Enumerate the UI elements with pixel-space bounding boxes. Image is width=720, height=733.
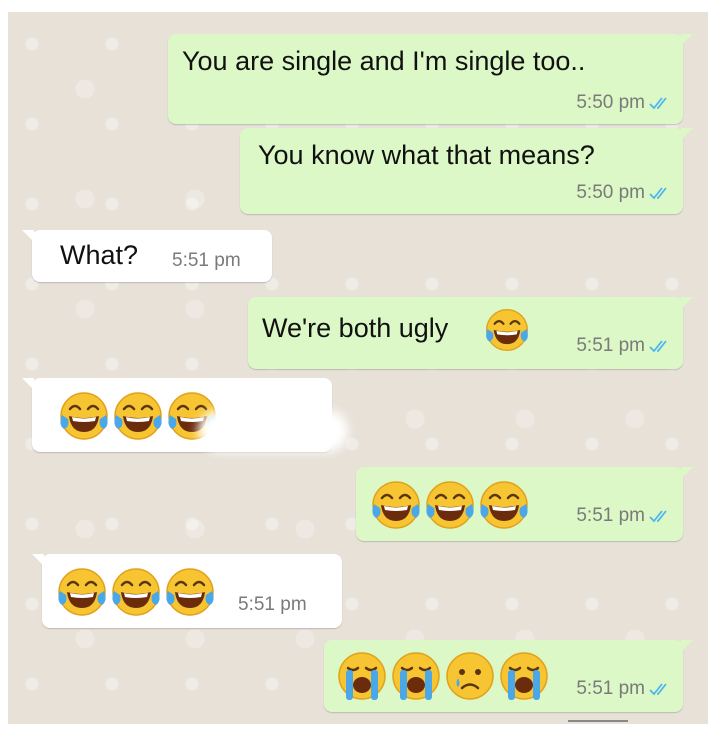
double-check-icon (649, 186, 671, 200)
chat-panel: You are single and I'm single too.. 5:50… (8, 12, 708, 724)
message-text: We're both ugly (262, 313, 449, 343)
laughing-tears-emoji-icon (424, 479, 476, 531)
double-check-icon (649, 96, 671, 110)
message-timestamp: 5:51 pm (576, 335, 645, 356)
message-bubble-outgoing[interactable]: 5:51 pm (356, 467, 693, 541)
message-text: You know what that means? (258, 140, 595, 170)
redacted-timestamp (198, 410, 348, 452)
laughing-tears-emoji-icon (58, 390, 110, 442)
message-timestamp: 5:51 pm (172, 250, 241, 271)
message-timestamp: 5:50 pm (576, 182, 645, 203)
message-timestamp: 5:50 pm (576, 92, 645, 113)
laughing-tears-emoji-icon (478, 479, 530, 531)
crying-emoji-icon (444, 650, 496, 702)
bottom-divider (568, 720, 628, 722)
message-bubble-incoming[interactable]: 5:51 pm (32, 554, 342, 628)
emoji-row (370, 479, 530, 531)
message-timestamp: 5:51 pm (576, 505, 645, 526)
message-bubble-outgoing[interactable]: We're both ugly 5:51 pm (248, 297, 693, 369)
message-timestamp: 5:51 pm (238, 594, 307, 615)
laughing-tears-emoji-icon (370, 479, 422, 531)
double-check-icon (649, 682, 671, 696)
emoji-row (56, 566, 216, 618)
laughing-tears-emoji-icon (56, 566, 108, 618)
message-text: You are single and I'm single too.. (182, 46, 586, 76)
loudly-crying-emoji-icon (390, 650, 442, 702)
laughing-tears-emoji-icon (110, 566, 162, 618)
message-bubble-outgoing[interactable]: You are single and I'm single too.. 5:50… (168, 34, 693, 124)
message-timestamp: 5:51 pm (576, 678, 645, 699)
laughing-tears-emoji-icon (164, 566, 216, 618)
laughing-tears-emoji-icon (112, 390, 164, 442)
loudly-crying-emoji-icon (498, 650, 550, 702)
loudly-crying-emoji-icon (336, 650, 388, 702)
emoji-row (336, 650, 550, 702)
message-bubble-outgoing[interactable]: 5:51 pm (324, 640, 693, 712)
double-check-icon (649, 339, 671, 353)
laughing-tears-emoji-icon (484, 307, 530, 353)
emoji-row (58, 390, 218, 442)
message-bubble-incoming[interactable]: What? 5:51 pm (22, 230, 272, 282)
message-bubble-outgoing[interactable]: You know what that means? 5:50 pm (240, 128, 693, 214)
double-check-icon (649, 509, 671, 523)
message-text: What? (60, 240, 139, 270)
